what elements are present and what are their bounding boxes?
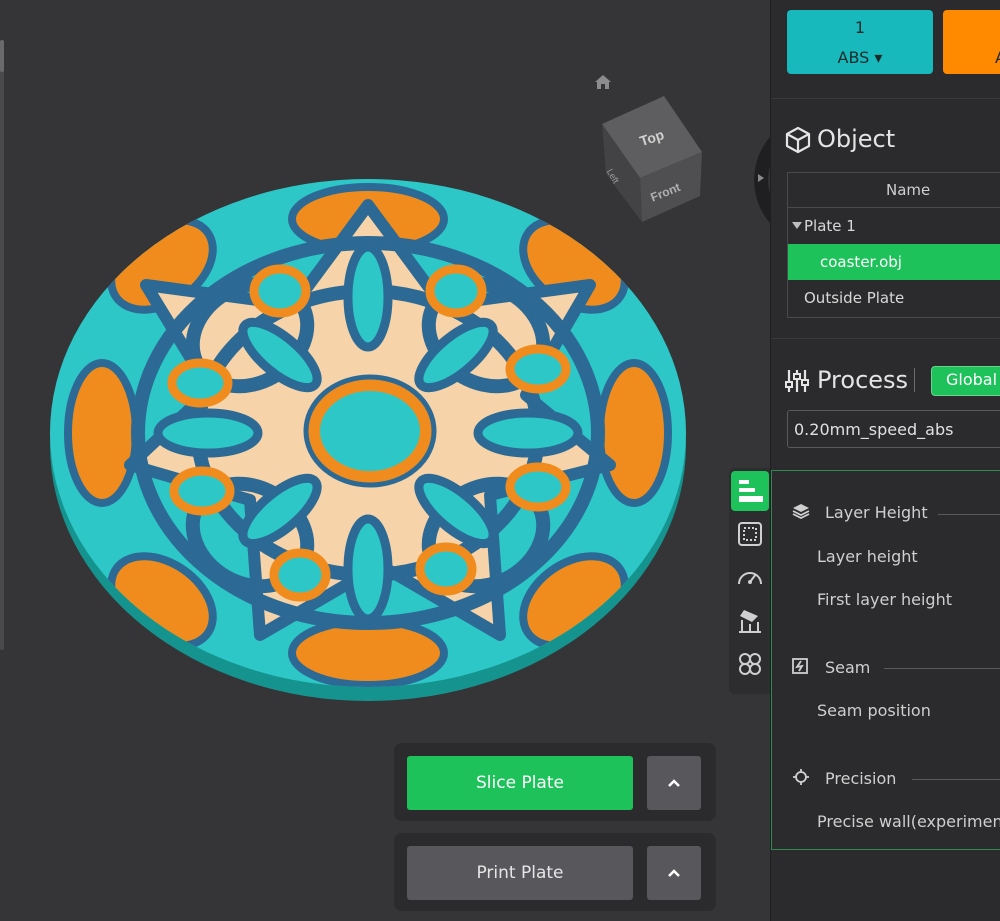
process-category-toolbar [729, 468, 770, 694]
right-sidebar: 1 ABS ▾ A Object Name Plate 1 coaster.ob… [770, 0, 1000, 921]
object-section-title: Object [817, 125, 896, 153]
layer-height-section: Layer Height [825, 503, 928, 522]
filament-number: 1 [854, 18, 866, 37]
others-tab[interactable] [731, 644, 769, 684]
cube-icon [785, 126, 811, 154]
precision-section: Precision [825, 769, 897, 788]
divider [884, 668, 1000, 669]
chevron-up-icon [668, 869, 680, 877]
sliders-icon [785, 370, 809, 392]
seam-section: Seam [825, 658, 871, 677]
bars-icon [739, 480, 763, 502]
object-label: coaster.obj [820, 253, 902, 271]
slice-options-button[interactable] [647, 756, 701, 810]
support-tab[interactable] [731, 600, 769, 640]
divider [771, 98, 1000, 99]
view-cube[interactable]: Top Front Left [596, 96, 706, 226]
process-preset-select[interactable]: 0.20mm_speed_abs [787, 410, 1000, 448]
layers-icon [792, 504, 810, 519]
outside-plate-row[interactable]: Outside Plate [788, 280, 1000, 316]
global-label: Global [946, 370, 998, 389]
coaster-model[interactable] [50, 165, 690, 725]
first-layer-height-param[interactable]: First layer height [817, 590, 952, 609]
preset-value: 0.20mm_speed_abs [794, 420, 954, 439]
object-row-coaster[interactable]: coaster.obj [788, 244, 1000, 280]
slice-plate-group: Slice Plate [394, 743, 716, 821]
home-view-button[interactable] [591, 70, 615, 94]
filament-slot-1[interactable]: 1 ABS ▾ [787, 10, 933, 74]
print-plate-button[interactable]: Print Plate [407, 846, 633, 900]
viewport-left-scrollbar[interactable] [0, 40, 4, 650]
support-icon [739, 610, 761, 633]
divider [771, 338, 1000, 339]
print-options-button[interactable] [647, 846, 701, 900]
global-toggle-button[interactable]: Global [931, 366, 1000, 396]
3d-viewport[interactable]: Top Front Left Slice Plate Print Plate [0, 0, 770, 921]
print-plate-group: Print Plate [394, 833, 716, 911]
strength-tab[interactable] [731, 514, 769, 554]
quality-tab[interactable] [731, 471, 769, 511]
precise-wall-param[interactable]: Precise wall(experiment [817, 812, 1000, 831]
mandala-pattern [64, 183, 672, 687]
home-icon [595, 75, 611, 89]
plate-row[interactable]: Plate 1 [788, 208, 1000, 244]
filament-slot-2[interactable]: A [943, 10, 1000, 74]
scrollbar-thumb[interactable] [0, 40, 4, 72]
plate-label: Plate 1 [804, 217, 856, 235]
triangle-down-icon[interactable] [792, 222, 802, 229]
process-params: Layer Height Layer height First layer he… [771, 470, 1000, 850]
crosshair-icon [793, 769, 809, 785]
divider [912, 779, 1000, 780]
layer-height-param[interactable]: Layer height [817, 547, 918, 566]
speed-tab[interactable] [731, 558, 769, 598]
frame-icon [738, 522, 762, 546]
process-section-title: Process [817, 366, 909, 394]
seam-icon [792, 658, 808, 674]
filament-material: A [943, 48, 1000, 67]
chevron-up-icon [668, 779, 680, 787]
object-list-header: Name [788, 173, 1000, 208]
speedometer-icon [738, 572, 762, 585]
divider [914, 368, 915, 392]
orbit-ring[interactable] [748, 120, 770, 240]
object-list: Name Plate 1 coaster.obj Outside Plate [787, 172, 1000, 318]
filament-material: ABS ▾ [837, 48, 883, 67]
divider [938, 514, 1000, 515]
outside-plate-label: Outside Plate [804, 289, 905, 307]
seam-position-param[interactable]: Seam position [817, 701, 931, 720]
clover-icon [739, 653, 761, 675]
slice-plate-button[interactable]: Slice Plate [407, 756, 633, 810]
name-column-header[interactable]: Name [886, 181, 930, 199]
